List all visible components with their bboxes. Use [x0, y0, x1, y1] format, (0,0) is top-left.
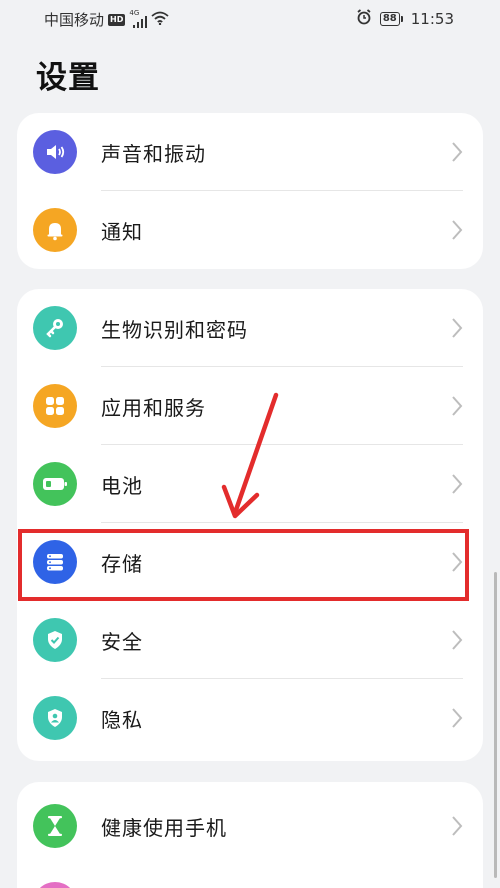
- settings-item-label: 电池: [101, 473, 143, 498]
- settings-item-label: 安全: [101, 629, 143, 654]
- settings-item-security[interactable]: 安全: [17, 601, 483, 679]
- chevron-right-icon: [452, 474, 463, 494]
- status-bar: 中国移动 HD 4G 88 11:53: [0, 0, 500, 38]
- chevron-right-icon: [452, 318, 463, 338]
- settings-item-label: 应用和服务: [101, 395, 206, 420]
- next-item-icon-partial: [33, 882, 77, 888]
- battery-icon: [33, 462, 77, 506]
- carrier-name: 中国移动: [44, 11, 105, 29]
- settings-group-1: 声音和振动 通知: [17, 113, 483, 269]
- hourglass-icon: [33, 804, 77, 848]
- chevron-right-icon: [452, 220, 463, 240]
- wifi-icon: [151, 11, 169, 29]
- hd-badge: HD: [108, 13, 126, 26]
- battery-indicator: 88: [379, 12, 403, 26]
- settings-item-label: 隐私: [101, 707, 143, 732]
- settings-item-battery[interactable]: 电池: [17, 445, 483, 523]
- page-title: 设置: [36, 60, 100, 96]
- settings-item-sound[interactable]: 声音和振动: [17, 113, 483, 191]
- status-right: 88 11:53: [356, 9, 454, 29]
- scrollbar-thumb[interactable]: [494, 572, 497, 878]
- annotation-highlight-box: [18, 529, 469, 601]
- privacy-icon: [33, 696, 77, 740]
- battery-level: 88: [379, 12, 400, 26]
- settings-item-label: 生物识别和密码: [101, 317, 248, 342]
- settings-item-label: 通知: [101, 219, 143, 244]
- settings-item-privacy[interactable]: 隐私: [17, 679, 483, 757]
- clock: 11:53: [410, 10, 454, 28]
- settings-item-biometrics[interactable]: 生物识别和密码: [17, 289, 483, 367]
- status-left: 中国移动 HD 4G: [44, 9, 169, 30]
- settings-item-label: 健康使用手机: [101, 815, 227, 840]
- chevron-right-icon: [452, 630, 463, 650]
- battery-tip: [400, 16, 403, 22]
- bell-icon: [33, 208, 77, 252]
- volume-icon: [33, 130, 77, 174]
- settings-group-2: 生物识别和密码 应用和服务 电池 存储 安全 隐私: [17, 289, 483, 761]
- settings-item-apps[interactable]: 应用和服务: [17, 367, 483, 445]
- shield-icon: [33, 618, 77, 662]
- settings-item-label: 声音和振动: [101, 141, 206, 166]
- signal-icon: 4G: [129, 9, 148, 28]
- chevron-right-icon: [452, 142, 463, 162]
- settings-item-digital-balance[interactable]: 健康使用手机: [17, 782, 483, 870]
- chevron-right-icon: [452, 708, 463, 728]
- apps-icon: [33, 384, 77, 428]
- settings-group-3: 健康使用手机: [17, 782, 483, 888]
- alarm-icon: [356, 9, 372, 29]
- chevron-right-icon: [452, 396, 463, 416]
- key-icon: [33, 306, 77, 350]
- chevron-right-icon: [452, 816, 463, 836]
- settings-item-notifications[interactable]: 通知: [17, 191, 483, 269]
